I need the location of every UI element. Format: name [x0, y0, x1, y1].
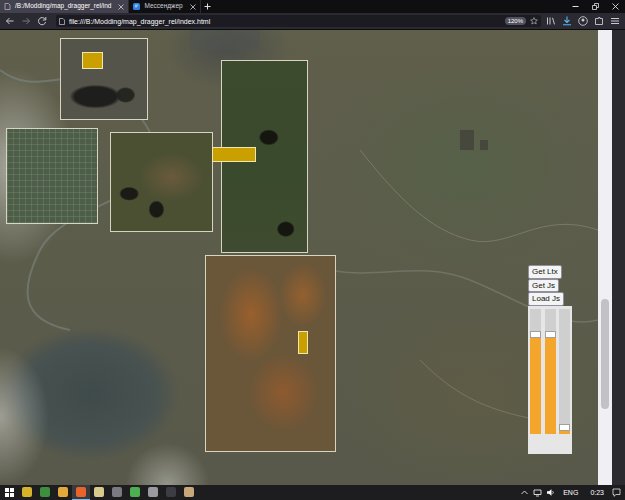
- download-icon[interactable]: [561, 15, 573, 27]
- new-tab-button[interactable]: [201, 0, 215, 13]
- action-button[interactable]: Get Js: [528, 279, 559, 293]
- page-icon: [4, 3, 11, 10]
- map-overlay[interactable]: [6, 128, 98, 224]
- zoom-indicator[interactable]: 120%: [505, 17, 526, 25]
- network-icon[interactable]: [533, 488, 542, 497]
- library-icon[interactable]: [545, 15, 557, 27]
- app-icon[interactable]: [58, 487, 68, 497]
- extensions-icon[interactable]: [593, 15, 605, 27]
- app-icon[interactable]: [40, 487, 50, 497]
- browser-tab[interactable]: /B:/Modding/map_dragger_rel/ind: [0, 0, 129, 13]
- desktop-edge: [612, 30, 625, 485]
- messenger-icon: [133, 3, 140, 10]
- slider-thumb[interactable]: [545, 331, 556, 338]
- reload-icon[interactable]: [36, 15, 48, 27]
- app-list: [18, 485, 198, 500]
- minimize-button[interactable]: [565, 0, 585, 13]
- slider-bar: [530, 338, 541, 434]
- restore-button[interactable]: [585, 0, 605, 13]
- minimize-icon[interactable]: [572, 3, 579, 10]
- slider-track[interactable]: [559, 309, 570, 434]
- control-panel: Get LtxGet JsLoad Js: [528, 265, 572, 454]
- action-button[interactable]: Get Ltx: [528, 265, 562, 279]
- close-window-button[interactable]: [605, 0, 625, 13]
- taskbar-app[interactable]: [126, 485, 144, 500]
- menu-icon[interactable]: [609, 15, 621, 27]
- taskbar-app[interactable]: [108, 485, 126, 500]
- slider-bar: [559, 431, 570, 434]
- app-icon[interactable]: [76, 487, 86, 497]
- language-indicator[interactable]: ENG: [559, 489, 582, 496]
- button-list: Get LtxGet JsLoad Js: [528, 265, 564, 306]
- account-icon[interactable]: [577, 15, 589, 27]
- taskbar-app[interactable]: [90, 485, 108, 500]
- close-icon[interactable]: [612, 3, 619, 10]
- address-text[interactable]: file:///B:/Modding/map_dragger_rel/index…: [69, 18, 501, 25]
- close-tab-icon[interactable]: [190, 4, 196, 10]
- scrollbar-thumb[interactable]: [601, 299, 609, 409]
- map-overlay[interactable]: [205, 255, 336, 452]
- map-marker[interactable]: [212, 147, 256, 162]
- speaker-icon[interactable]: [546, 488, 555, 497]
- chevron-up-icon[interactable]: [520, 488, 529, 497]
- tab-strip: /B:/Modding/map_dragger_rel/ind Мессендже…: [0, 0, 625, 13]
- taskbar-app[interactable]: [72, 485, 90, 500]
- slider-thumb[interactable]: [530, 331, 541, 338]
- taskbar-app[interactable]: [36, 485, 54, 500]
- slider-group: [528, 306, 572, 454]
- slider-thumb[interactable]: [559, 424, 570, 431]
- map-marker[interactable]: [298, 331, 308, 354]
- app-icon[interactable]: [112, 487, 122, 497]
- slider-fill[interactable]: [530, 331, 541, 434]
- map-canvas[interactable]: Get LtxGet JsLoad Js: [0, 30, 598, 485]
- slider-bar: [545, 338, 556, 434]
- browser-tab[interactable]: Мессенджер: [129, 0, 200, 13]
- slider-fill[interactable]: [559, 424, 570, 434]
- slider-fill[interactable]: [545, 331, 556, 434]
- app-icon[interactable]: [166, 487, 176, 497]
- taskbar-app[interactable]: [54, 485, 72, 500]
- taskbar-app[interactable]: [180, 485, 198, 500]
- slider-track[interactable]: [545, 309, 556, 434]
- app-icon[interactable]: [22, 487, 32, 497]
- page-icon: [59, 18, 65, 25]
- scrollbar[interactable]: [598, 30, 612, 485]
- taskbar-app[interactable]: [162, 485, 180, 500]
- map-overlay[interactable]: [60, 38, 148, 120]
- windows-logo-icon[interactable]: [5, 488, 14, 497]
- app-icon[interactable]: [94, 487, 104, 497]
- taskbar-app[interactable]: [144, 485, 162, 500]
- tab-label[interactable]: Мессенджер: [144, 3, 182, 10]
- tab-list: /B:/Modding/map_dragger_rel/ind Мессендже…: [0, 0, 201, 13]
- start-button[interactable]: [0, 485, 18, 500]
- action-button[interactable]: Load Js: [528, 292, 564, 306]
- map-marker[interactable]: [82, 52, 103, 69]
- tab-label[interactable]: /B:/Modding/map_dragger_rel/ind: [15, 3, 111, 10]
- app-icon[interactable]: [148, 487, 158, 497]
- taskbar-app[interactable]: [18, 485, 36, 500]
- taskbar: ENG 0:23: [0, 485, 625, 500]
- restore-icon[interactable]: [592, 3, 599, 10]
- clock[interactable]: 0:23: [586, 489, 608, 496]
- map-overlay[interactable]: [110, 132, 213, 232]
- app-icon[interactable]: [130, 487, 140, 497]
- forward-arrow-icon[interactable]: [20, 15, 32, 27]
- close-tab-icon[interactable]: [118, 4, 124, 10]
- back-arrow-icon[interactable]: [4, 15, 16, 27]
- plus-icon[interactable]: [204, 3, 211, 10]
- app-icon[interactable]: [184, 487, 194, 497]
- navigation-bar: file:///B:/Modding/map_dragger_rel/index…: [0, 13, 625, 30]
- notification-icon[interactable]: [612, 488, 621, 497]
- slider-track[interactable]: [530, 309, 541, 434]
- star-icon[interactable]: [530, 17, 538, 25]
- address-bar[interactable]: file:///B:/Modding/map_dragger_rel/index…: [56, 15, 541, 27]
